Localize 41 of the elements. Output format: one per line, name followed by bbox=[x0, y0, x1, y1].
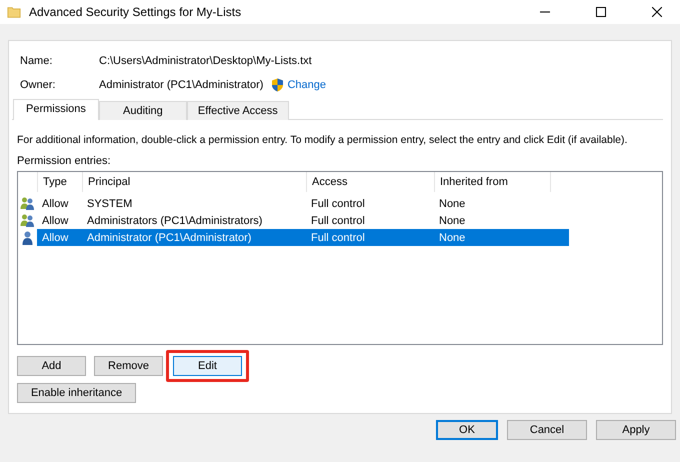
close-icon[interactable] bbox=[652, 7, 662, 17]
user-icon bbox=[22, 230, 33, 244]
table-cell-text: Administrator (PC1\Administrator) bbox=[86, 232, 252, 244]
users-icon bbox=[20, 214, 35, 227]
table-cell-text: Full control bbox=[310, 214, 366, 226]
entry-button[interactable]: Remove bbox=[94, 356, 163, 376]
tab[interactable]: Permissions bbox=[13, 99, 99, 120]
column-header[interactable]: Inherited from bbox=[435, 172, 551, 192]
field-label: Owner: bbox=[20, 79, 56, 91]
column-header[interactable]: Type bbox=[38, 172, 83, 192]
table-cell-text: None bbox=[438, 232, 466, 244]
table-cell-text: Administrators (PC1\Administrators) bbox=[86, 214, 264, 226]
dialog-button[interactable]: Apply bbox=[596, 420, 676, 440]
table-cell-text: Allow bbox=[41, 214, 70, 226]
enable-inheritance-button[interactable]: Enable inheritance bbox=[17, 383, 136, 403]
dialog-button[interactable]: Cancel bbox=[507, 420, 587, 440]
field-value: Administrator (PC1\Administrator) bbox=[99, 79, 264, 91]
tab[interactable]: Effective Access bbox=[186, 101, 289, 120]
table-cell-text: Full control bbox=[310, 198, 366, 210]
change-link[interactable]: Change bbox=[287, 79, 326, 91]
info-text: For additional information, double-click a permission entry. To modify a permission entry, select the entry and click Edit (if available). bbox=[17, 134, 628, 146]
table-cell-text: SYSTEM bbox=[86, 198, 134, 210]
field-label: Name: bbox=[20, 55, 54, 67]
users-icon bbox=[20, 197, 35, 210]
folder-icon bbox=[7, 5, 21, 19]
entry-button[interactable]: Add bbox=[17, 356, 86, 376]
table-cell-text: Allow bbox=[41, 198, 70, 210]
maximize-icon[interactable] bbox=[596, 7, 606, 17]
table-cell-text: None bbox=[438, 198, 466, 210]
dialog-button[interactable]: OK bbox=[436, 420, 498, 440]
shield-icon bbox=[271, 78, 284, 92]
edit-button[interactable]: Edit bbox=[173, 356, 242, 376]
table-cell-text: None bbox=[438, 214, 466, 226]
window-title: Advanced Security Settings for My-Lists bbox=[29, 5, 242, 19]
section-label: Permission entries: bbox=[17, 155, 112, 167]
column-header[interactable]: Principal bbox=[83, 172, 307, 192]
field-value: C:\Users\Administrator\Desktop\My-Lists.txt bbox=[99, 55, 312, 67]
table-cell-text: Full control bbox=[310, 232, 366, 244]
column-header[interactable]: Access bbox=[307, 172, 435, 192]
tab[interactable]: Auditing bbox=[98, 101, 187, 120]
table-cell-text: Allow bbox=[41, 232, 70, 244]
